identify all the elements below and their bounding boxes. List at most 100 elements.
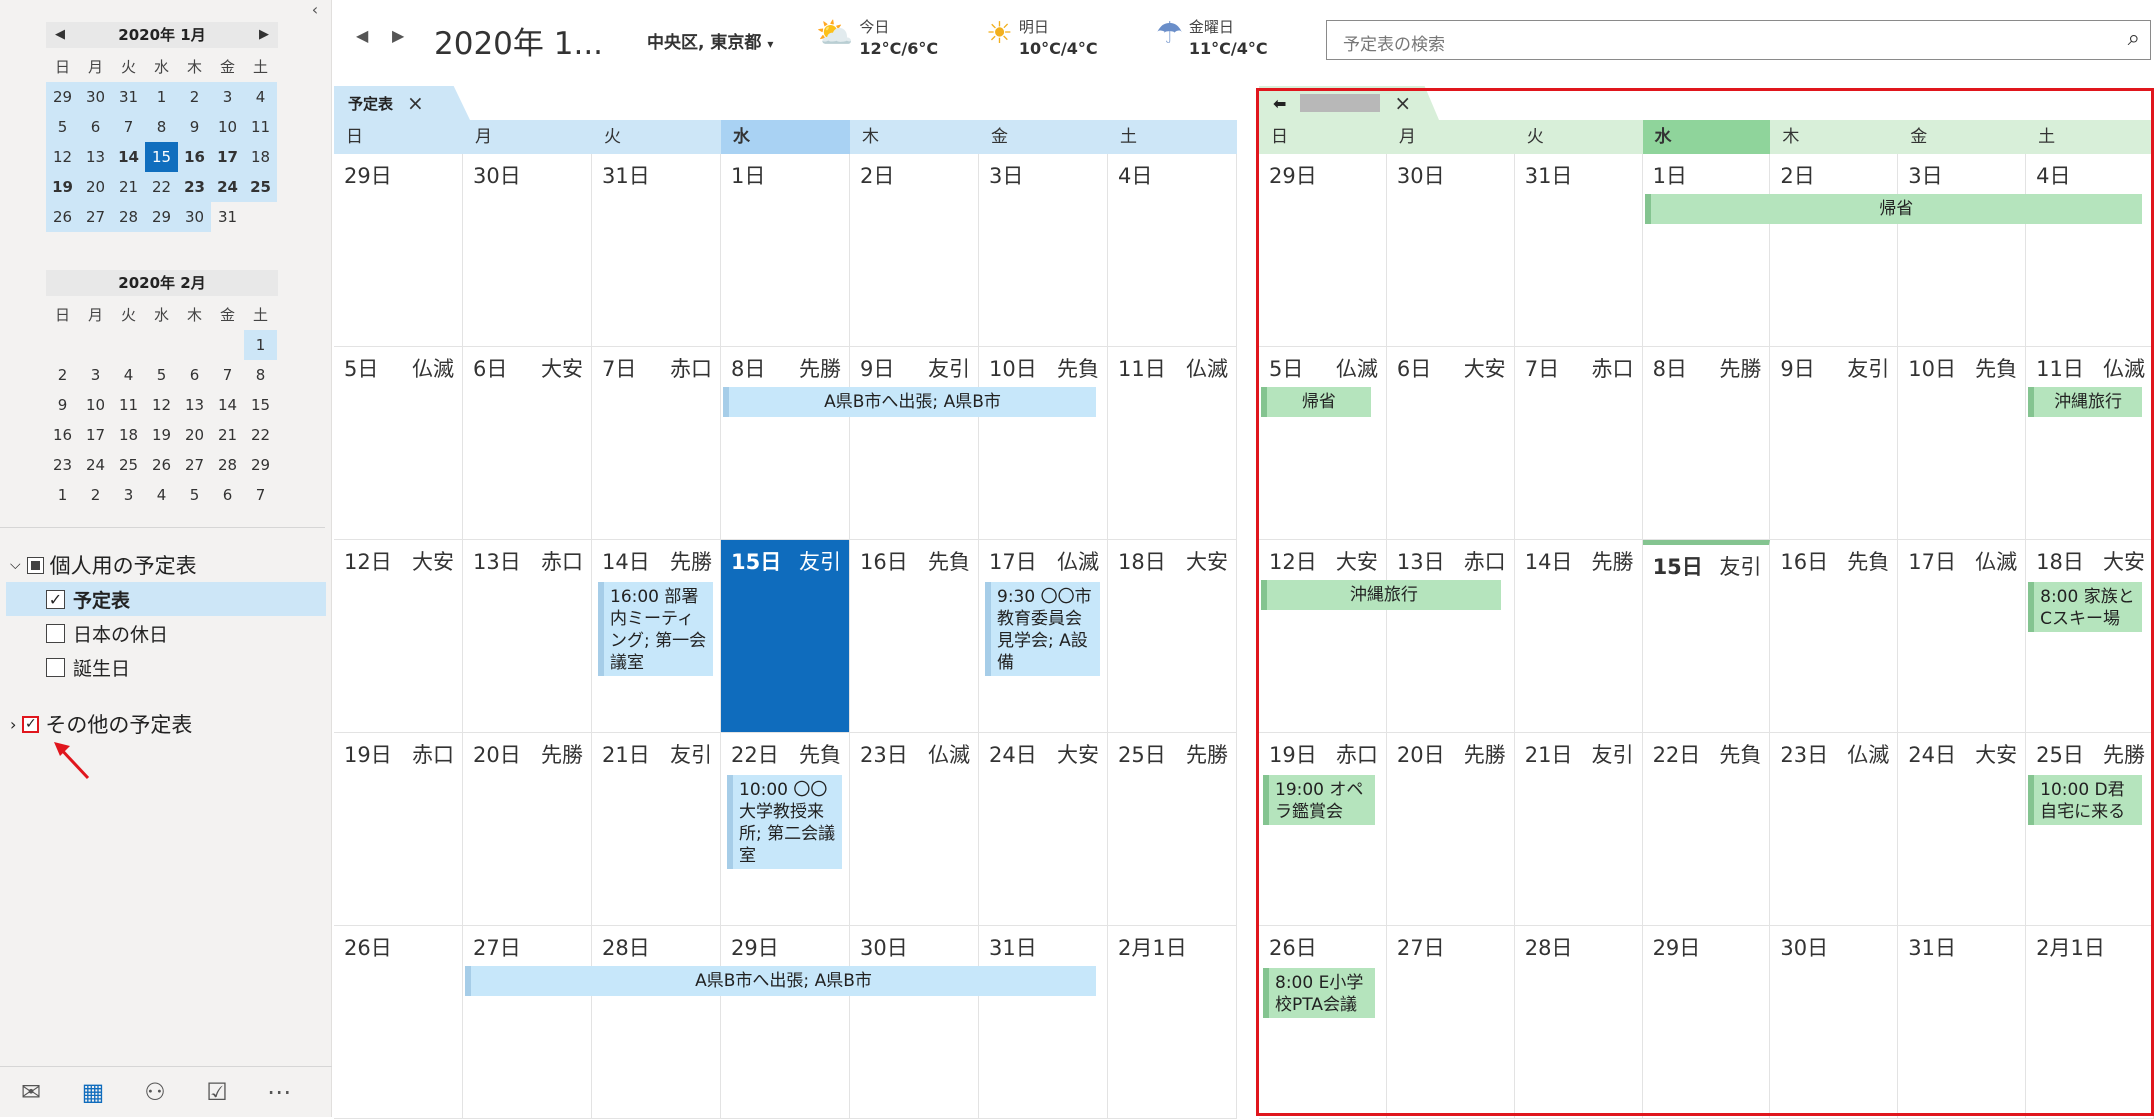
day-cell[interactable]: 25日 先勝 (1108, 733, 1237, 926)
mini-day[interactable]: 6 (178, 360, 211, 390)
day-cell[interactable]: 2日 (850, 154, 979, 347)
event-meeting[interactable]: 16:00 部署内ミーティング; 第一会議室 (598, 582, 713, 676)
day-cell[interactable]: 24日 大安 (1898, 733, 2027, 926)
group-other-calendars[interactable]: › ✓ その他の予定表 (10, 709, 192, 739)
mini-day[interactable]: 12 (145, 390, 178, 420)
event-ski[interactable]: 8:00 家族とCスキー場 (2028, 582, 2142, 632)
mini-day[interactable]: 20 (79, 172, 112, 202)
day-cell[interactable]: 14日 先勝 (1514, 540, 1643, 733)
mini-day[interactable]: 20 (178, 420, 211, 450)
next-month-icon[interactable]: ▶ (254, 22, 274, 48)
day-cell[interactable]: 10日 先負 (1898, 347, 2027, 540)
mini-day[interactable]: 4 (112, 360, 145, 390)
checkbox-icon[interactable] (46, 657, 65, 677)
day-cell[interactable]: 3日 (979, 154, 1108, 347)
day-cell[interactable]: 6日 大安 (463, 347, 592, 540)
calendar-icon[interactable]: ▦ (62, 1078, 124, 1106)
mini-day[interactable]: 21 (211, 420, 244, 450)
mini-day[interactable]: 16 (46, 420, 79, 450)
day-cell[interactable]: 9日 友引 (850, 347, 979, 540)
day-cell[interactable]: 27日 (463, 926, 592, 1119)
day-cell[interactable]: 31日 (979, 926, 1108, 1119)
day-cell[interactable]: 26日 (1259, 926, 1387, 1119)
close-icon[interactable]: × (407, 91, 424, 115)
search-icon[interactable]: ⌕ (2128, 26, 2140, 51)
mini-day[interactable]: 1 (46, 480, 79, 510)
mini-day[interactable]: 31 (112, 82, 145, 112)
mail-icon[interactable]: ✉ (0, 1078, 62, 1106)
mini-day[interactable]: 5 (46, 112, 79, 142)
weather-tomorrow[interactable]: ☀ 明日 10°C/4°C (986, 16, 1098, 58)
calendar-item-holidays[interactable]: 日本の休日 (6, 616, 326, 650)
day-cell[interactable]: 20日 先勝 (463, 733, 592, 926)
event-visit[interactable]: 9:30 〇〇市教育委員会見学会; A設備 (985, 582, 1100, 676)
mini-day[interactable]: 23 (46, 450, 79, 480)
mini-day[interactable]: 22 (145, 172, 178, 202)
day-cell[interactable]: 4日 (1108, 154, 1237, 347)
day-cell[interactable]: 30日 (850, 926, 979, 1119)
day-cell[interactable]: 28日 (1514, 926, 1643, 1119)
mini-day[interactable]: 15 (145, 142, 178, 172)
event-trip[interactable]: A県B市へ出張; A県B市 (723, 387, 1096, 417)
day-cell[interactable]: 11日 仏滅 (2026, 347, 2154, 540)
chevron-down-icon[interactable]: ⌵ (10, 557, 21, 573)
mini-day[interactable]: 5 (178, 480, 211, 510)
mini-day[interactable]: 24 (211, 172, 244, 202)
day-cell[interactable]: 15日 友引 (721, 540, 850, 733)
mini-day[interactable]: 30 (79, 82, 112, 112)
day-cell[interactable]: 30日 (1770, 926, 1899, 1119)
day-cell[interactable]: 19日 赤口 (334, 733, 463, 926)
mini-day[interactable]: 13 (79, 142, 112, 172)
day-cell[interactable]: 6日 大安 (1386, 347, 1515, 540)
previous-icon[interactable]: ◀ (356, 26, 368, 45)
mini-day[interactable]: 2 (46, 360, 79, 390)
mini-day[interactable]: 18 (244, 142, 277, 172)
mini-day[interactable]: 16 (178, 142, 211, 172)
day-cell[interactable]: 9日 友引 (1770, 347, 1899, 540)
mini-day[interactable]: 8 (244, 360, 277, 390)
day-cell[interactable]: 29日 (334, 154, 463, 347)
event-okinawa-trip[interactable]: 沖縄旅行 (1261, 580, 1501, 610)
day-cell[interactable]: 8日 先勝 (721, 347, 850, 540)
day-cell[interactable]: 1日 (721, 154, 850, 347)
mini-day[interactable]: 11 (244, 112, 277, 142)
mini-day[interactable]: 25 (112, 450, 145, 480)
group-checkbox[interactable]: ✓ (22, 715, 40, 733)
mini-day[interactable]: 8 (145, 112, 178, 142)
event-trip[interactable]: A県B市へ出張; A県B市 (465, 966, 1096, 996)
tab-schedule[interactable]: 予定表 × (334, 86, 470, 120)
checkbox-icon[interactable] (46, 623, 65, 643)
tab-shared-calendar[interactable]: ⬅ × (1259, 86, 1439, 120)
day-cell[interactable]: 19日 赤口 (1259, 733, 1387, 926)
back-arrow-icon[interactable]: ⬅ (1273, 94, 1286, 113)
mini-day[interactable]: 3 (79, 360, 112, 390)
mini-day[interactable]: 1 (145, 82, 178, 112)
mini-day[interactable]: 27 (79, 202, 112, 232)
event-pta[interactable]: 8:00 E小学校PTA会議 (1263, 968, 1375, 1018)
checkbox-icon[interactable]: ✓ (46, 589, 65, 609)
mini-day[interactable]: 4 (145, 480, 178, 510)
mini-day[interactable]: 23 (178, 172, 211, 202)
day-cell[interactable]: 13日 赤口 (1386, 540, 1515, 733)
group-personal-calendars[interactable]: ⌵ 個人用の予定表 (10, 550, 197, 580)
day-cell[interactable]: 18日 大安 (1108, 540, 1237, 733)
mini-day[interactable]: 24 (79, 450, 112, 480)
weather-friday[interactable]: ☂ 金曜日 11°C/4°C (1156, 16, 1268, 58)
day-cell[interactable]: 3日 (1898, 154, 2027, 347)
mini-day[interactable]: 21 (112, 172, 145, 202)
event-friend-visit[interactable]: 10:00 D君自宅に来る (2028, 775, 2142, 825)
mini-day[interactable]: 7 (211, 360, 244, 390)
chevron-right-icon[interactable]: › (10, 715, 16, 734)
mini-day[interactable]: 17 (79, 420, 112, 450)
day-cell[interactable]: 8日 先勝 (1642, 347, 1771, 540)
mini-day[interactable]: 6 (79, 112, 112, 142)
day-cell[interactable]: 29日 (721, 926, 850, 1119)
group-checkbox[interactable] (26, 556, 44, 574)
mini-day[interactable]: 13 (178, 390, 211, 420)
event-homecoming[interactable]: 帰省 (1644, 194, 2142, 224)
mini-day[interactable]: 27 (178, 450, 211, 480)
day-cell[interactable]: 31日 (592, 154, 721, 347)
day-cell[interactable]: 27日 (1386, 926, 1515, 1119)
day-cell[interactable]: 4日 (2026, 154, 2154, 347)
day-cell[interactable]: 28日 (592, 926, 721, 1119)
